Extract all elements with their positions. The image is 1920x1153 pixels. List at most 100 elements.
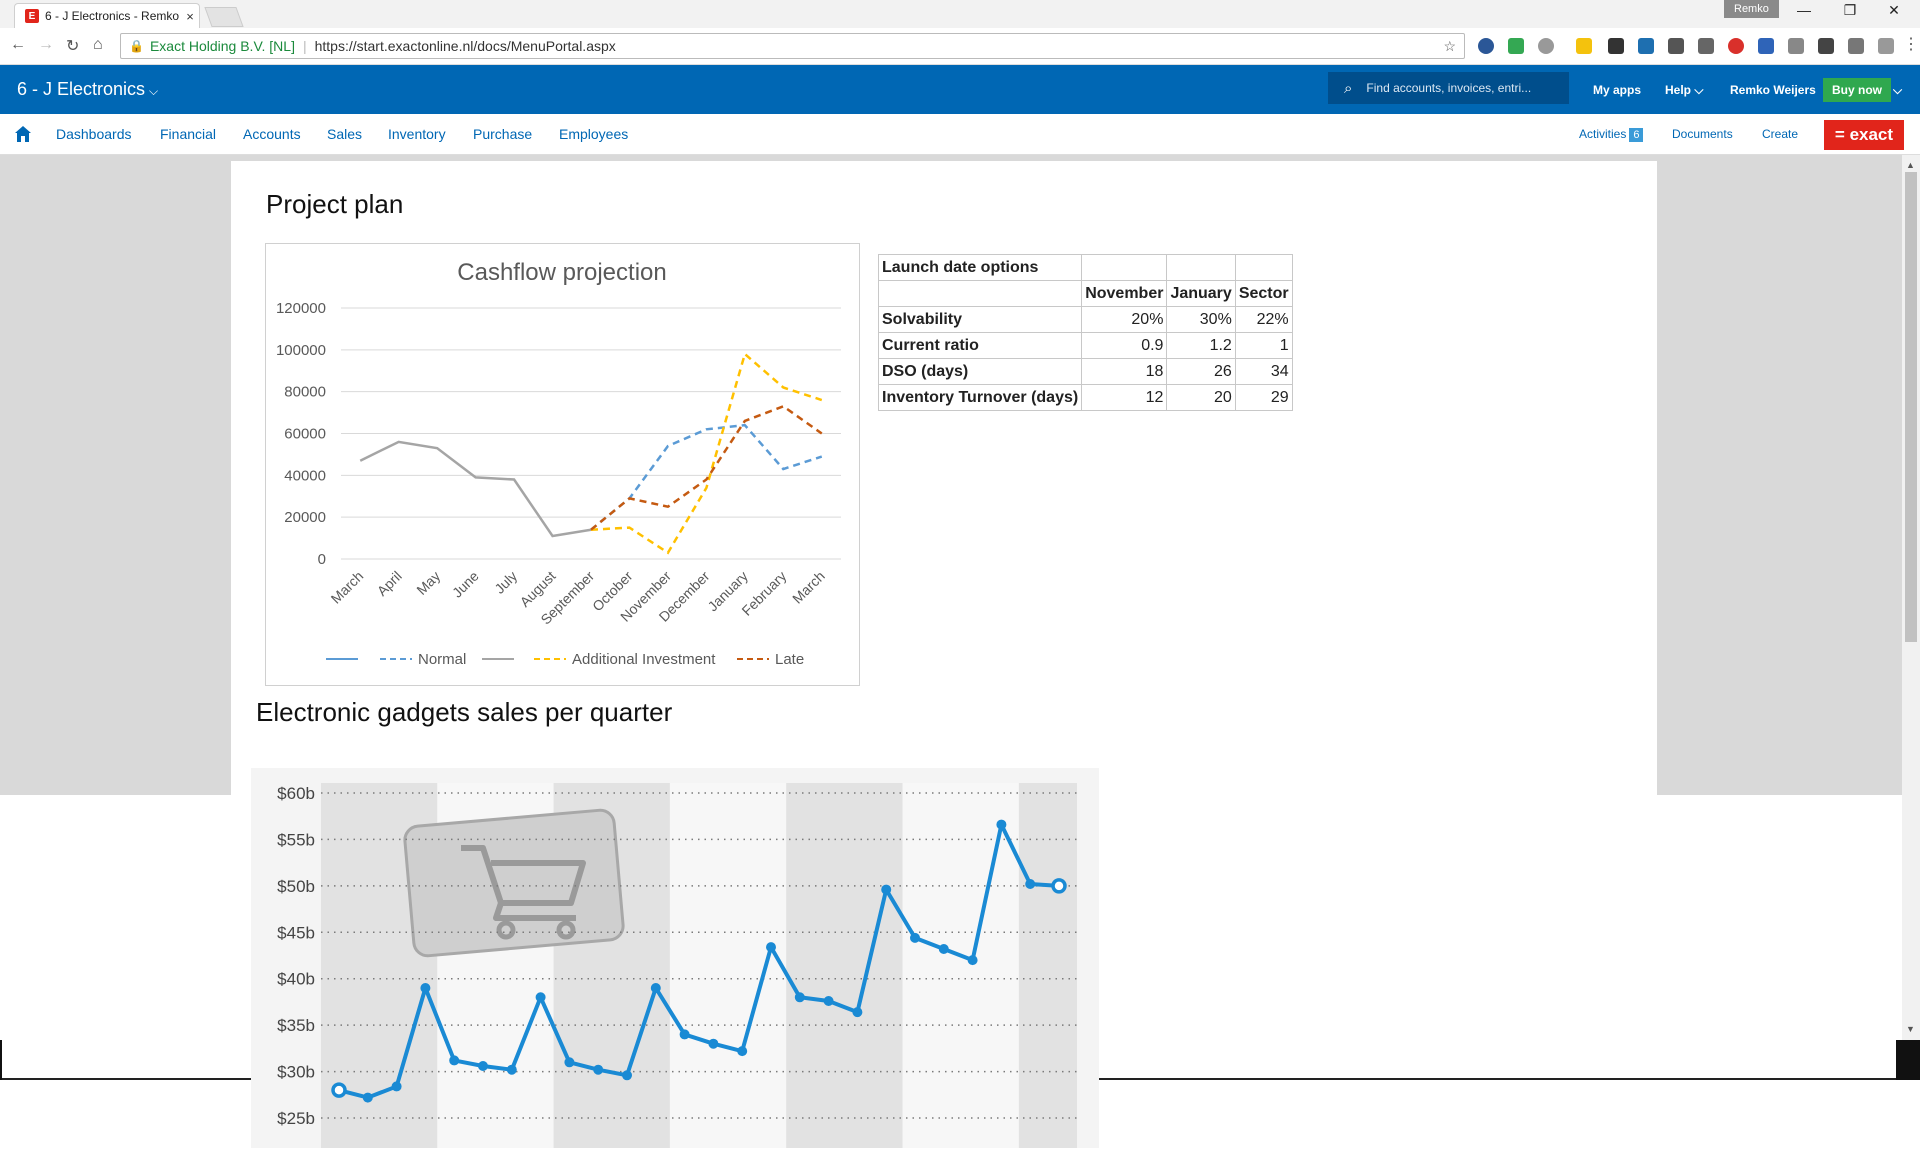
row-label: Current ratio — [877, 332, 1083, 359]
table-cell: 30% — [1166, 306, 1236, 333]
row-label: DSO (days) — [877, 358, 1083, 385]
home-browser-icon[interactable]: ⌂ — [93, 36, 103, 54]
data-point — [593, 1064, 604, 1075]
browser-toolbar: ← → ↻ ⌂ 🔒 Exact Holding B.V. [NL] | http… — [0, 28, 1920, 65]
company-selector[interactable]: 6 - J Electronics ⌵ — [17, 79, 158, 100]
user-chevron-icon[interactable]: ⌵ — [1893, 83, 1902, 98]
data-point — [910, 932, 920, 943]
exact-logo[interactable]: = exact — [1824, 120, 1904, 150]
y-tick-label: 40000 — [284, 467, 326, 484]
company-name: 6 - J Electronics — [17, 79, 146, 99]
search-input[interactable]: Find accounts, invoices, entri... — [1366, 81, 1531, 95]
global-search[interactable]: ⌕ Find accounts, invoices, entri... — [1328, 72, 1569, 104]
y-tick-label: 120000 — [276, 300, 326, 317]
lock-icon: 🔒 — [129, 39, 144, 53]
column-header: November — [1081, 280, 1168, 307]
browser-menu-icon[interactable]: ⋮ — [1903, 34, 1919, 54]
nav-inventory[interactable]: Inventory — [388, 126, 446, 142]
extension-globe-icon[interactable] — [1478, 38, 1494, 54]
home-icon[interactable] — [14, 125, 32, 143]
browser-tab[interactable]: E 6 - J Electronics - Remko × — [14, 3, 200, 28]
extension-puzzle-icon[interactable] — [1878, 38, 1894, 54]
y-tick-label: 0 — [318, 551, 326, 568]
chevron-down-icon: ⌵ — [149, 84, 159, 98]
my-apps-link[interactable]: My apps — [1593, 83, 1641, 97]
address-bar[interactable]: 🔒 Exact Holding B.V. [NL] | https://star… — [120, 33, 1465, 59]
table-cell: 34 — [1234, 358, 1293, 385]
nav-sales[interactable]: Sales — [327, 126, 362, 142]
table-row: DSO (days) 18 26 34 — [877, 358, 1293, 385]
y-tick-label: $60b — [277, 784, 315, 803]
scrollbar-thumb[interactable] — [1905, 172, 1917, 642]
documents-link[interactable]: Documents — [1672, 127, 1733, 141]
back-icon[interactable]: ← — [10, 36, 26, 54]
table-row: Inventory Turnover (days) 12 20 29 — [877, 384, 1293, 411]
extension-pin-icon[interactable] — [1538, 38, 1554, 54]
extension-box-icon[interactable] — [1788, 38, 1804, 54]
help-label: Help — [1665, 83, 1692, 97]
new-tab-button[interactable] — [204, 7, 244, 27]
extension-s-icon[interactable] — [1638, 38, 1654, 54]
extension-shield-icon[interactable] — [1818, 38, 1834, 54]
left-edge — [0, 1040, 2, 1080]
nav-accounts[interactable]: Accounts — [243, 126, 301, 142]
scroll-down-icon[interactable]: ▼ — [1906, 1024, 1915, 1034]
tab-title: 6 - J Electronics - Remko — [45, 9, 180, 23]
extension-square-icon[interactable] — [1848, 38, 1864, 54]
bookmark-star-icon[interactable]: ☆ — [1443, 38, 1456, 55]
corner-block — [1896, 1040, 1920, 1080]
section-title: Electronic gadgets sales per quarter — [256, 697, 673, 727]
table-row: Solvability 20% 30% 22% — [877, 306, 1293, 333]
y-tick-label: $25b — [277, 1109, 315, 1128]
cashflow-chart-svg: Cashflow projection 0 20000 40000 60000 80000… — [276, 259, 841, 668]
table-cell: 1 — [1234, 332, 1293, 359]
extension-circle-icon[interactable] — [1728, 38, 1744, 54]
nav-financial[interactable]: Financial — [160, 126, 216, 142]
extension-flag-icon[interactable] — [1758, 38, 1774, 54]
x-tick-label: July — [491, 568, 520, 597]
nav-employees[interactable]: Employees — [559, 126, 628, 142]
data-point — [737, 1046, 748, 1057]
activities-link[interactable]: Activities 6 — [1579, 127, 1644, 142]
y-tick-label: $50b — [277, 877, 315, 896]
scroll-up-icon[interactable]: ▲ — [1906, 160, 1915, 170]
table-row: Current ratio 0.9 1.2 1 — [877, 332, 1293, 359]
column-header: Sector — [1234, 280, 1293, 307]
nav-purchase[interactable]: Purchase — [473, 126, 532, 142]
x-tick-label: June — [449, 568, 482, 601]
extension-note-icon[interactable] — [1576, 38, 1592, 54]
minimize-icon[interactable]: — — [1784, 2, 1824, 18]
data-point — [1025, 879, 1036, 889]
data-point — [478, 1061, 488, 1071]
page-title: Project plan — [266, 189, 404, 219]
buy-now-button[interactable]: Buy now — [1823, 78, 1891, 102]
url-separator: | — [302, 38, 307, 54]
extension-drive-icon[interactable] — [1508, 38, 1524, 54]
reload-icon[interactable]: ↻ — [66, 36, 79, 56]
create-link[interactable]: Create — [1762, 127, 1798, 141]
extension-grid-icon[interactable] — [1668, 38, 1684, 54]
extension-calc-icon[interactable] — [1698, 38, 1714, 54]
chart-title: Cashflow projection — [457, 259, 666, 286]
forward-icon[interactable]: → — [38, 36, 54, 54]
data-point — [391, 1081, 402, 1092]
data-point — [766, 942, 776, 953]
nav-dashboards[interactable]: Dashboards — [56, 126, 132, 142]
table-cell: 22% — [1234, 306, 1293, 333]
profile-chip[interactable]: Remko — [1724, 0, 1779, 18]
data-point — [967, 955, 978, 966]
tab-close-icon[interactable]: × — [181, 9, 199, 24]
table-row: Launch date options — [877, 254, 1293, 281]
legend-label: Normal — [418, 651, 466, 668]
close-window-icon[interactable]: ✕ — [1874, 2, 1914, 19]
x-tick-label: March — [789, 568, 828, 607]
user-menu[interactable]: Remko Weijers — [1730, 83, 1816, 97]
url-text[interactable]: https://start.exactonline.nl/docs/MenuPo… — [315, 38, 1444, 54]
extension-mask-icon[interactable] — [1608, 38, 1624, 54]
help-link[interactable]: Help ⌵ — [1665, 83, 1703, 98]
data-point — [362, 1092, 373, 1103]
data-point — [420, 983, 431, 993]
restore-icon[interactable]: ❐ — [1830, 2, 1870, 19]
series-line — [359, 440, 592, 538]
row-label: Solvability — [877, 306, 1083, 333]
